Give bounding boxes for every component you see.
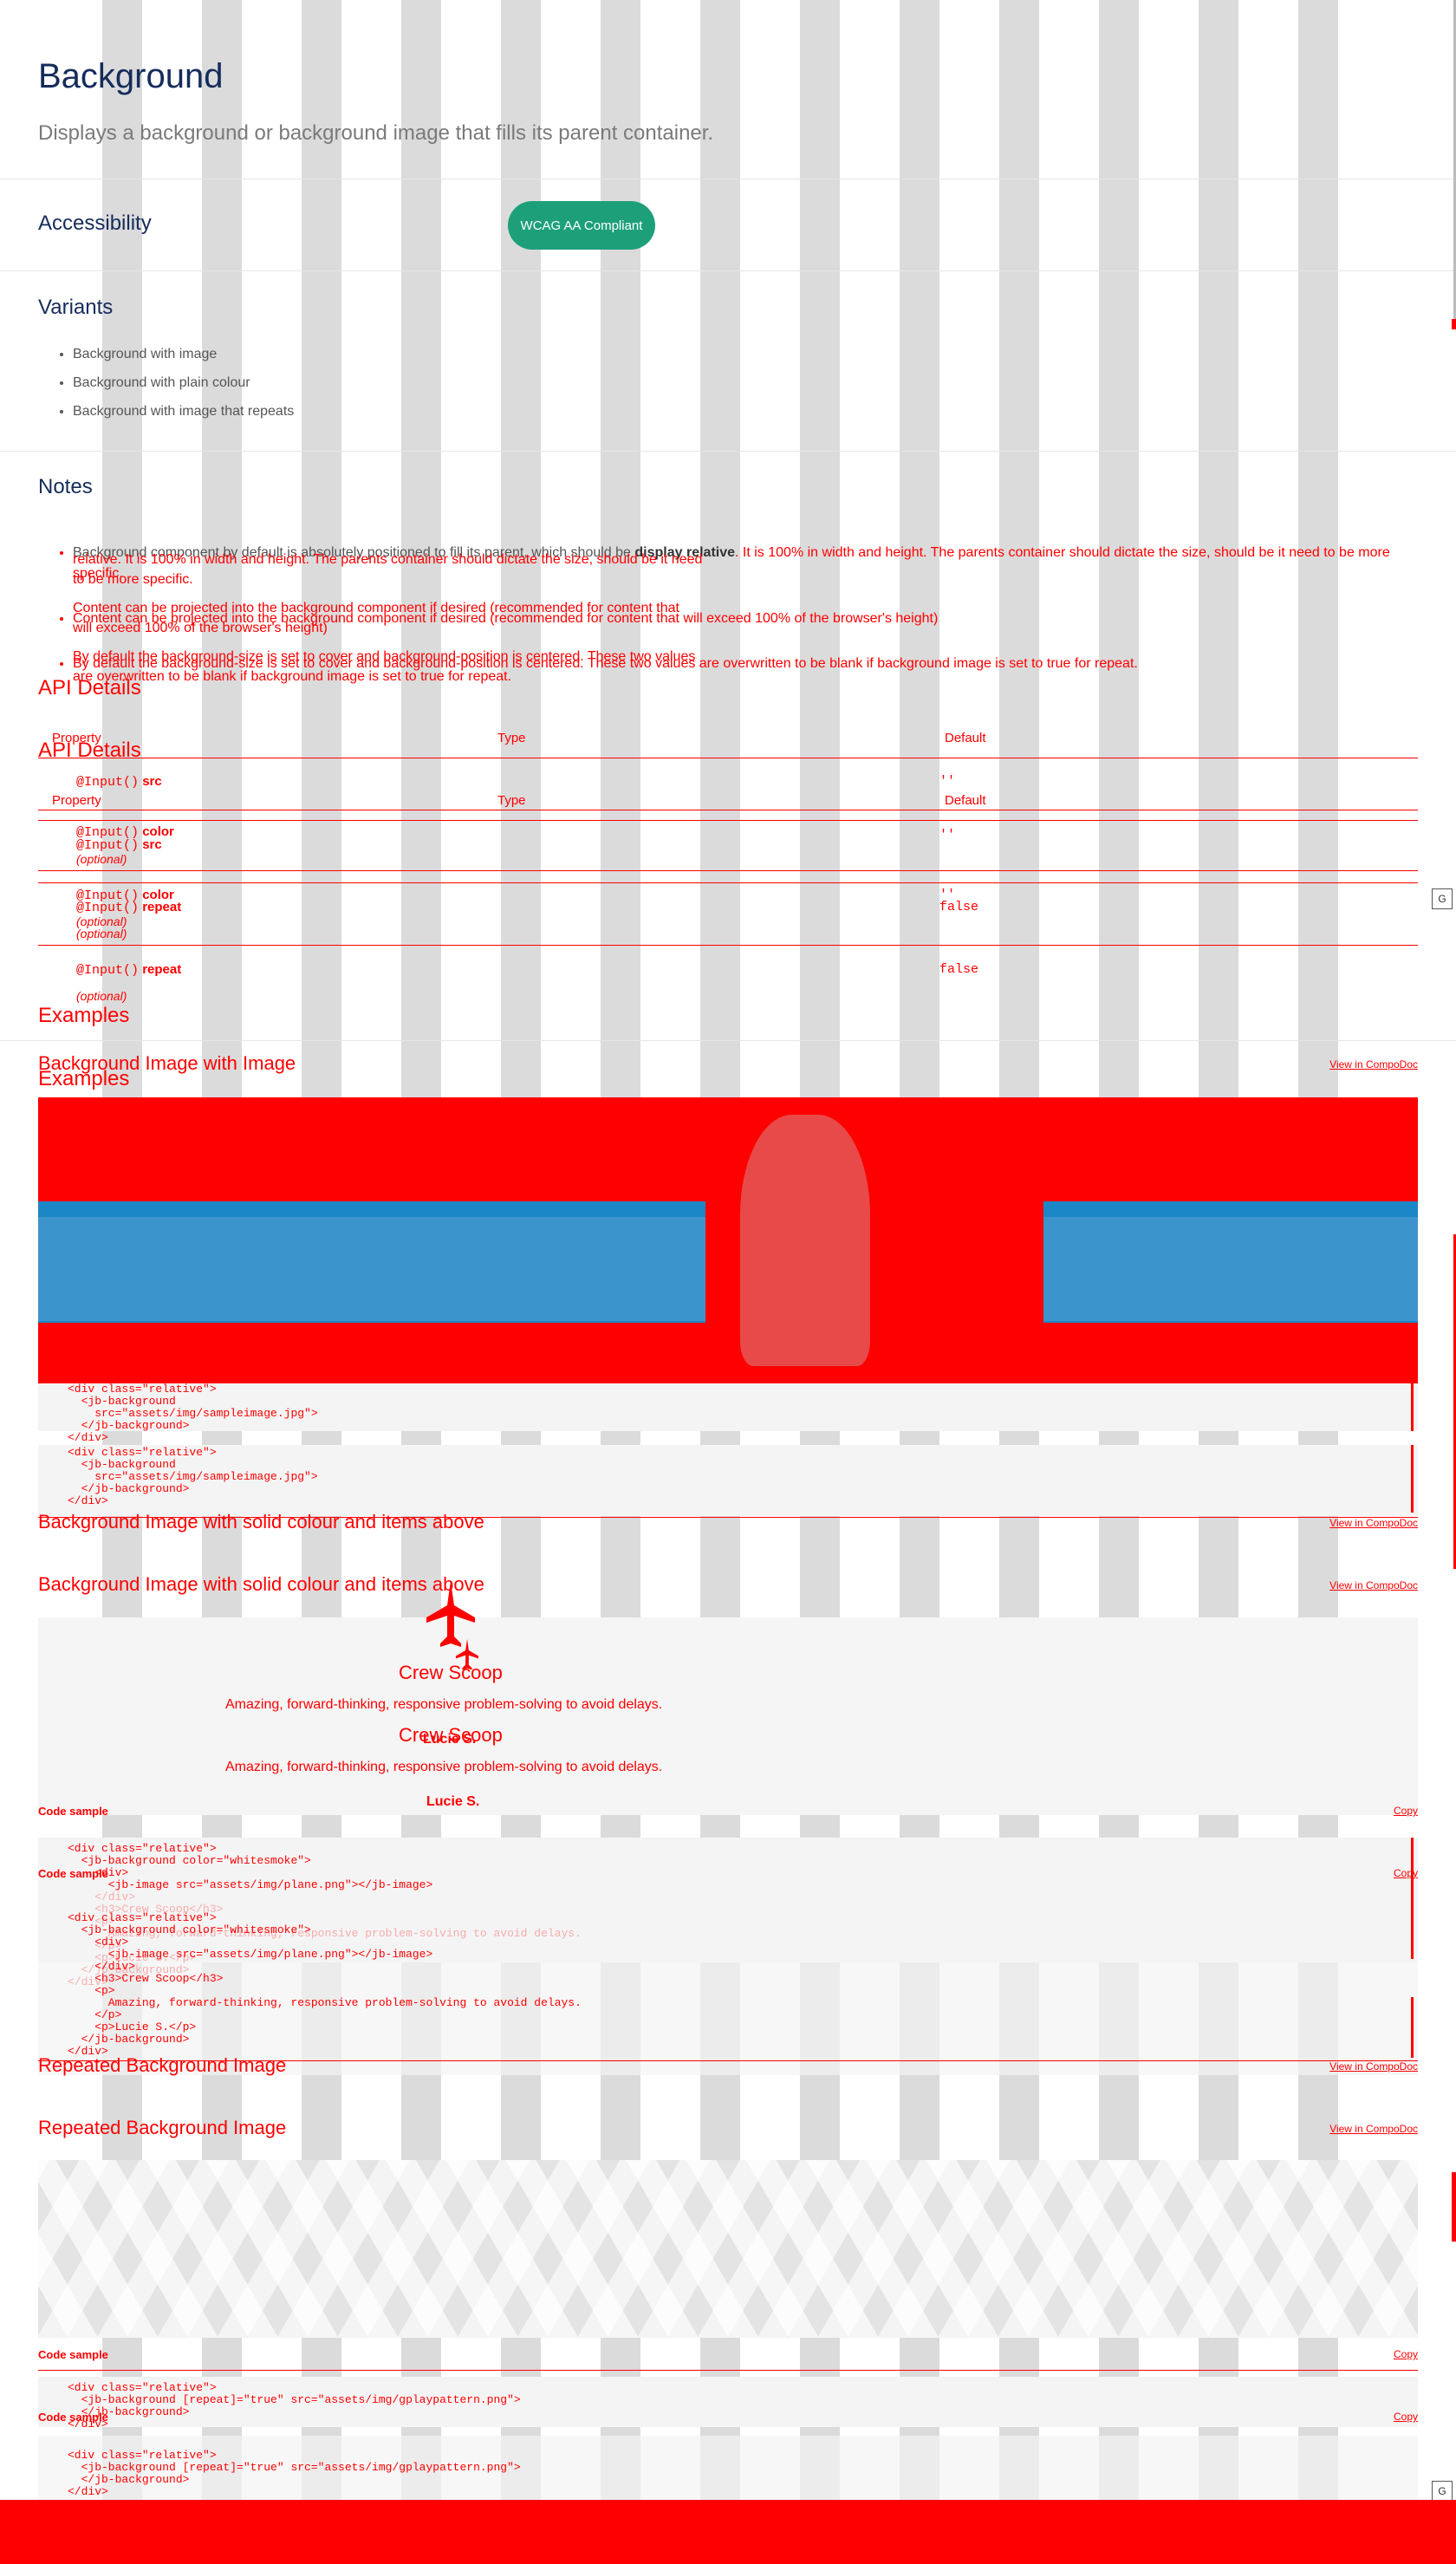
side-widget-button[interactable]: G xyxy=(1432,2481,1453,2502)
row-divider xyxy=(38,820,1418,821)
repeated-pattern-preview xyxy=(38,2160,1418,2338)
prop-name: src xyxy=(142,774,162,789)
prop-name: repeat xyxy=(142,900,182,914)
copy-button[interactable]: Copy xyxy=(1394,1805,1418,1817)
variants-title: Variants xyxy=(38,296,114,319)
api-default: '' xyxy=(939,774,956,789)
api-default: false xyxy=(939,962,979,977)
view-compodoc-link[interactable]: View in CompoDoc xyxy=(1329,2060,1418,2073)
variant-item: Background with image that repeats xyxy=(73,404,294,420)
page-subtitle: Displays a background or background imag… xyxy=(38,121,714,145)
code-block: <div class="relative"> <jb-background [r… xyxy=(38,2377,1418,2431)
footer-bar xyxy=(0,2500,1456,2564)
variant-item: Background with plain colour xyxy=(73,375,294,391)
col-default: Default xyxy=(945,793,986,808)
code-sample-label: Code sample xyxy=(38,1867,108,1880)
col-default: Default xyxy=(945,731,986,745)
background-image-preview xyxy=(38,1097,1418,1383)
api-default: false xyxy=(939,900,979,914)
scrollbar[interactable] xyxy=(1411,1838,1414,1959)
api-row-src-ghost: @Input() src xyxy=(76,837,162,853)
person-shade xyxy=(740,1115,870,1366)
side-widget-button[interactable]: G xyxy=(1432,888,1453,909)
code-sample-label: Code sample xyxy=(38,2348,108,2361)
variant-item: Background with image xyxy=(73,347,294,362)
optional-label: (optional) xyxy=(76,989,127,1003)
ghost-note-text: By default the background-size is set to… xyxy=(73,649,696,664)
scroll-marker xyxy=(1452,319,1456,329)
view-compodoc-link[interactable]: View in CompoDoc xyxy=(1329,2123,1418,2135)
code-block: <div class="relative"> <jb-background co… xyxy=(38,1891,1418,2075)
card-title: Crew Scoop xyxy=(399,1662,503,1683)
prop-name: src xyxy=(142,837,162,852)
example-title: Repeated Background Image xyxy=(38,2054,287,2076)
card-author: Lucie S. xyxy=(426,1794,480,1809)
view-compodoc-link[interactable]: View in CompoDoc xyxy=(1329,1058,1418,1071)
decorator: @Input() xyxy=(76,901,140,915)
examples-title: Examples xyxy=(38,1004,130,1027)
api-row-src: @Input() src xyxy=(76,774,162,790)
decorator: @Input() xyxy=(76,775,140,790)
ghost-note-text: Content can be projected into the backgr… xyxy=(73,601,679,615)
example-title: Background Image with Image xyxy=(38,1052,296,1074)
optional-label: (optional) xyxy=(76,852,127,866)
scrollbar[interactable] xyxy=(1411,1445,1414,1513)
card-text: Amazing, forward-thinking, responsive pr… xyxy=(225,1760,663,1774)
notes-title: Notes xyxy=(38,475,93,498)
view-compodoc-link[interactable]: View in CompoDoc xyxy=(1329,1517,1418,1529)
copy-button[interactable]: Copy xyxy=(1394,2411,1418,2423)
ghost-note-text: relative. It is 100% in width and height… xyxy=(73,552,703,567)
api-row-repeat-ghost: @Input() repeat xyxy=(76,962,181,978)
row-divider xyxy=(38,2370,1418,2371)
row-divider xyxy=(38,945,1418,946)
accessibility-title: Accessibility xyxy=(38,211,152,235)
wcag-badge: WCAG AA Compliant xyxy=(508,201,655,250)
scroll-marker xyxy=(1452,2172,1456,2242)
row-divider xyxy=(38,882,1418,883)
card-text: Amazing, forward-thinking, responsive pr… xyxy=(225,1697,663,1712)
col-property: Property xyxy=(52,793,101,808)
scrollbar[interactable] xyxy=(1411,1997,1414,2058)
code-block: <div class="relative"> <jb-background sr… xyxy=(38,1445,1418,1516)
decorator: @Input() xyxy=(76,838,140,853)
variants-list: Background with image Background with pl… xyxy=(38,347,294,433)
divider xyxy=(0,1040,1456,1041)
page-title: Background xyxy=(38,57,224,95)
view-compodoc-link[interactable]: View in CompoDoc xyxy=(1329,1579,1418,1591)
example-title: Repeated Background Image xyxy=(38,2117,287,2138)
api-default: '' xyxy=(939,828,956,843)
divider xyxy=(0,270,1456,271)
example-title: Background Image with solid colour and i… xyxy=(38,1511,484,1533)
optional-label: (optional) xyxy=(76,927,127,940)
code-block: <div class="relative"> <jb-background sr… xyxy=(38,1383,1418,1444)
row-divider xyxy=(38,870,1418,871)
api-title: API Details xyxy=(38,676,141,700)
copy-button[interactable]: Copy xyxy=(1394,2348,1418,2360)
scrollbar[interactable] xyxy=(1411,1383,1414,1431)
col-type: Type xyxy=(497,793,526,808)
prop-name: repeat xyxy=(142,962,182,977)
divider xyxy=(0,451,1456,452)
code-sample-label: Code sample xyxy=(38,1805,108,1818)
col-property: Property xyxy=(52,731,101,745)
example-title: Background Image with solid colour and i… xyxy=(38,1573,484,1595)
solid-colour-preview xyxy=(38,1617,1418,1815)
col-type: Type xyxy=(497,731,526,745)
code-sample-label: Code sample xyxy=(38,2411,108,2424)
ghost-note-text: will exceed 100% of the browser's height… xyxy=(73,621,328,635)
api-row-repeat: @Input() repeat xyxy=(76,900,181,915)
code-block: <div class="relative"> <jb-background [r… xyxy=(38,2436,1418,2507)
copy-button[interactable]: Copy xyxy=(1394,1867,1418,1879)
decorator: @Input() xyxy=(76,963,140,978)
ghost-note-text: to be more specific. xyxy=(73,572,193,587)
card-author: Lucie S. xyxy=(423,1732,477,1747)
